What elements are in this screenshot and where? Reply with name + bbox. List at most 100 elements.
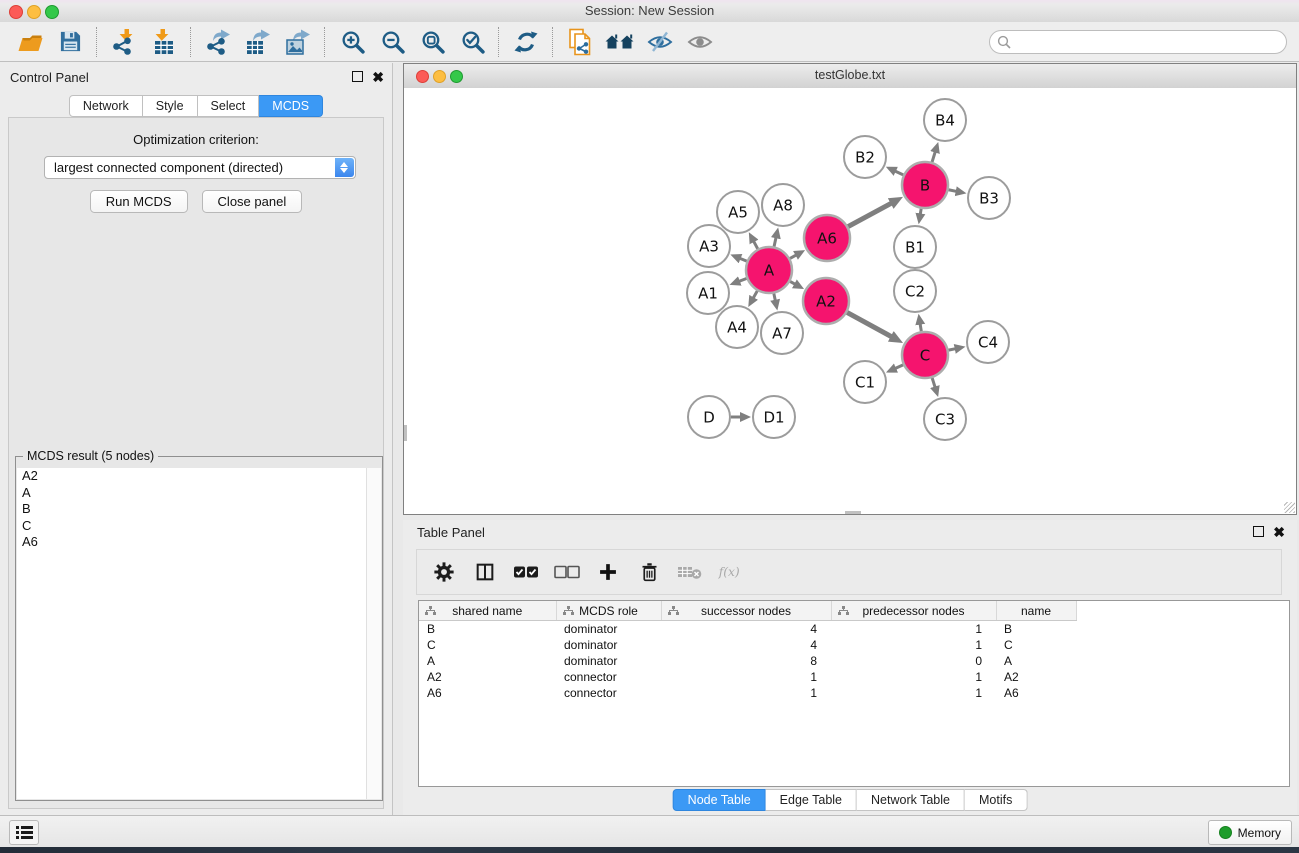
graph-edge-A-A3[interactable] xyxy=(740,258,747,261)
zoom-in-button[interactable] xyxy=(332,25,372,59)
zoom-fit-button[interactable] xyxy=(412,25,452,59)
graph-node-B1[interactable]: B1 xyxy=(894,226,936,268)
table-cell[interactable]: C xyxy=(419,637,556,653)
graph-node-A6[interactable]: A6 xyxy=(804,215,850,261)
refresh-button[interactable] xyxy=(506,25,546,59)
graph-edge-A-A2[interactable] xyxy=(790,281,795,284)
export-network-button[interactable] xyxy=(198,25,238,59)
table-cell[interactable]: 1 xyxy=(661,685,831,701)
mcds-result-list[interactable]: A2ABCA6 xyxy=(17,468,367,799)
table-cell[interactable]: 4 xyxy=(661,621,831,638)
table-cell[interactable]: connector xyxy=(556,685,661,701)
graph-node-C[interactable]: C xyxy=(902,332,948,378)
tab-network-table[interactable]: Network Table xyxy=(857,789,965,811)
graph-edge-A-A1[interactable] xyxy=(739,278,747,281)
graph-edge-A-A4[interactable] xyxy=(753,291,757,298)
table-cell[interactable]: A6 xyxy=(996,685,1076,701)
table-cell[interactable]: connector xyxy=(556,669,661,685)
graph-edge-C-C2[interactable] xyxy=(920,324,921,332)
graph-edge-B-B1[interactable] xyxy=(920,209,921,215)
table-settings-button[interactable] xyxy=(431,559,457,585)
tab-motifs[interactable]: Motifs xyxy=(965,789,1027,811)
criterion-dropdown[interactable]: largest connected component (directed) xyxy=(44,156,356,179)
graph-node-B3[interactable]: B3 xyxy=(968,177,1010,219)
graph-edge-A-A7[interactable] xyxy=(774,294,775,301)
close-table-panel-icon[interactable]: ✖ xyxy=(1273,527,1285,537)
canvas-hscroll-thumb[interactable] xyxy=(845,511,861,514)
memory-button[interactable]: Memory xyxy=(1208,820,1292,845)
column-header-predecessor-nodes[interactable]: predecessor nodes xyxy=(831,601,996,621)
graph-node-C1[interactable]: C1 xyxy=(844,361,886,403)
graph-node-B[interactable]: B xyxy=(902,162,948,208)
export-image-button[interactable] xyxy=(278,25,318,59)
column-header-name[interactable]: name xyxy=(996,601,1076,621)
table-cell[interactable]: A6 xyxy=(419,685,556,701)
hide-panels-button[interactable] xyxy=(640,25,680,59)
result-node-item[interactable]: A6 xyxy=(17,534,367,551)
table-row[interactable]: A2connector11A2 xyxy=(419,669,1289,685)
graph-node-B2[interactable]: B2 xyxy=(844,136,886,178)
export-table-button[interactable] xyxy=(238,25,278,59)
graph-node-C2[interactable]: C2 xyxy=(894,270,936,312)
save-session-button[interactable] xyxy=(50,25,90,59)
result-node-item[interactable]: A xyxy=(17,485,367,502)
float-table-panel-icon[interactable] xyxy=(1253,526,1264,537)
tab-node-table[interactable]: Node Table xyxy=(673,789,766,811)
show-panels-button[interactable] xyxy=(680,25,720,59)
tab-network[interactable]: Network xyxy=(69,95,143,117)
float-panel-icon[interactable] xyxy=(352,71,363,82)
table-cell[interactable]: 1 xyxy=(831,669,996,685)
table-cell[interactable]: A xyxy=(419,653,556,669)
table-cell[interactable]: B xyxy=(996,621,1076,638)
graph-edge-A-A5[interactable] xyxy=(754,241,758,249)
close-panel-button[interactable]: Close panel xyxy=(202,190,303,213)
table-cell[interactable]: dominator xyxy=(556,621,661,638)
graph-node-A1[interactable]: A1 xyxy=(687,272,729,314)
zoom-out-button[interactable] xyxy=(372,25,412,59)
table-cell[interactable]: dominator xyxy=(556,653,661,669)
table-cell[interactable]: A2 xyxy=(996,669,1076,685)
column-header-shared-name[interactable]: shared name xyxy=(419,601,556,621)
import-network-button[interactable] xyxy=(104,25,144,59)
add-column-button[interactable] xyxy=(595,559,621,585)
graph-node-D1[interactable]: D1 xyxy=(753,396,795,438)
table-cell[interactable]: dominator xyxy=(556,637,661,653)
graph-node-D[interactable]: D xyxy=(688,396,730,438)
graph-node-A8[interactable]: A8 xyxy=(762,184,804,226)
table-cell[interactable]: 1 xyxy=(661,669,831,685)
result-node-item[interactable]: C xyxy=(17,518,367,535)
open-session-button[interactable] xyxy=(10,25,50,59)
search-input[interactable] xyxy=(1016,32,1278,52)
tab-mcds[interactable]: MCDS xyxy=(259,95,323,117)
result-node-item[interactable]: A2 xyxy=(17,468,367,485)
graph-node-A7[interactable]: A7 xyxy=(761,312,803,354)
graph-node-A2[interactable]: A2 xyxy=(803,278,849,324)
task-history-button[interactable] xyxy=(9,820,39,845)
graph-node-A3[interactable]: A3 xyxy=(688,225,730,267)
table-row[interactable]: Adominator80A xyxy=(419,653,1289,669)
zoom-selected-button[interactable] xyxy=(452,25,492,59)
table-row[interactable]: Bdominator41B xyxy=(419,621,1289,638)
graph-node-C3[interactable]: C3 xyxy=(924,398,966,440)
table-cell[interactable]: 1 xyxy=(831,685,996,701)
table-cell[interactable]: B xyxy=(419,621,556,638)
graph-node-A4[interactable]: A4 xyxy=(716,306,758,348)
graph-node-A[interactable]: A xyxy=(746,247,792,293)
graph-edge-A-A8[interactable] xyxy=(774,237,776,246)
import-table-button[interactable] xyxy=(144,25,184,59)
graph-node-A5[interactable]: A5 xyxy=(717,191,759,233)
tab-edge-table[interactable]: Edge Table xyxy=(766,789,857,811)
table-cell[interactable]: 1 xyxy=(831,637,996,653)
table-cell[interactable]: C xyxy=(996,637,1076,653)
table-cell[interactable]: A2 xyxy=(419,669,556,685)
houses-button[interactable] xyxy=(600,25,640,59)
table-cell[interactable]: 0 xyxy=(831,653,996,669)
network-from-file-button[interactable] xyxy=(560,25,600,59)
table-cell[interactable]: 8 xyxy=(661,653,831,669)
result-list-scrollbar[interactable] xyxy=(366,468,381,799)
column-header-MCDS-role[interactable]: MCDS role xyxy=(556,601,661,621)
resize-grip[interactable] xyxy=(1284,502,1295,513)
canvas-vscroll-thumb[interactable] xyxy=(404,425,407,441)
graph-edge-C-C1[interactable] xyxy=(895,365,903,369)
select-all-columns-button[interactable] xyxy=(513,559,539,585)
